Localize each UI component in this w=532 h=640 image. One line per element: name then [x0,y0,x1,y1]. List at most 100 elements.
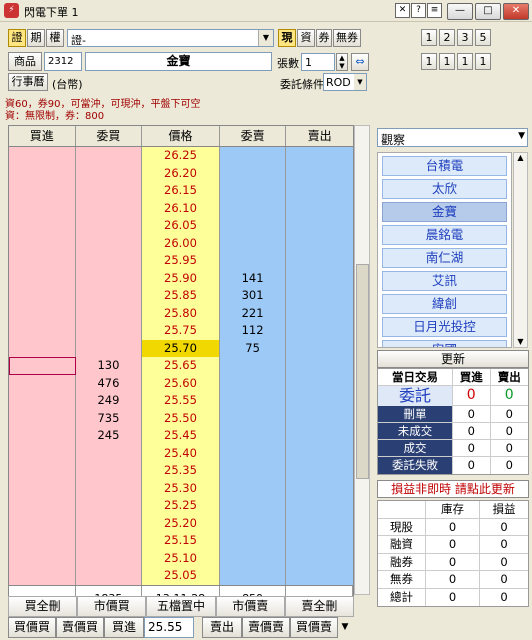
cancel-all-buy-button[interactable]: 買全刪 [8,596,78,617]
sell-cell[interactable] [286,147,353,165]
market-buy-button[interactable]: 市價買 [77,596,147,617]
price-cell[interactable]: 25.45 [142,427,220,445]
price-cell[interactable]: 26.15 [142,182,220,200]
buy-cell[interactable] [9,444,76,462]
qty-preset-button[interactable]: 1 [457,53,473,70]
cancel-all-sell-button[interactable]: 賣全刪 [284,596,355,617]
watch-scrollbar[interactable]: ▲ ▼ [513,152,528,348]
close-button[interactable]: ✕ [503,3,529,20]
scroll-down-icon[interactable]: ▼ [514,337,527,346]
price-cell[interactable]: 26.25 [142,147,220,165]
tab-futures[interactable]: 期 [27,29,45,47]
price-cell[interactable]: 25.10 [142,549,220,567]
watch-item[interactable]: 太欣 [382,179,507,199]
chevron-down-icon[interactable]: ▼ [258,30,273,46]
sell-cell[interactable] [286,164,353,182]
scroll-thumb[interactable] [356,264,369,479]
chevron-down-icon[interactable]: ▼ [338,617,352,638]
price-cell[interactable]: 25.80 [142,304,220,322]
sell-cell[interactable] [286,322,353,340]
market-sell-button[interactable]: 市價賣 [215,596,285,617]
price-cell[interactable]: 25.30 [142,479,220,497]
type-noshort-button[interactable]: 無券 [333,29,361,47]
sell-cell[interactable] [286,269,353,287]
tab-stock[interactable]: 證 [8,29,26,47]
price-cell[interactable]: 25.65 [142,357,220,375]
sell-cell[interactable] [286,462,353,480]
buy-cell[interactable] [9,567,76,585]
buy-button[interactable]: 買進 [104,617,144,638]
sell-cell[interactable] [286,234,353,252]
type-margin-button[interactable]: 資 [297,29,315,47]
swap-icon[interactable]: ⇔ [351,53,369,71]
sell-cell[interactable] [286,287,353,305]
center-button[interactable]: 五檔置中 [146,596,216,617]
price-cell[interactable]: 25.20 [142,514,220,532]
buy-cell[interactable] [9,252,76,270]
refresh-button[interactable]: 更新 [377,350,529,368]
watch-item[interactable]: 日月光投控 [382,317,507,337]
sell-cell[interactable] [286,409,353,427]
sell-cell[interactable] [286,182,353,200]
price-cell[interactable]: 25.85 [142,287,220,305]
type-short-button[interactable]: 券 [316,29,332,47]
price-cell[interactable]: 25.95 [142,252,220,270]
chevron-down-icon[interactable]: ▼ [354,74,366,90]
buy-cell[interactable] [9,199,76,217]
buy-cell[interactable] [9,462,76,480]
buy-cell[interactable] [9,497,76,515]
watch-item[interactable]: 南仁湖 [382,248,507,268]
sell-cell[interactable] [286,497,353,515]
buy-at-bid-button[interactable]: 買價買 [8,617,56,638]
minimize-button[interactable]: — [447,3,473,20]
calendar-button[interactable]: 行事曆 [8,73,48,91]
sell-button[interactable]: 賣出 [202,617,242,638]
product-button[interactable]: 商品 [8,52,42,71]
scroll-up-icon[interactable]: ▲ [514,153,527,162]
buy-cell[interactable] [9,322,76,340]
price-cell[interactable]: 26.05 [142,217,220,235]
condition-select[interactable]: ROD ▼ [323,73,367,91]
qty-preset-button[interactable]: 1 [475,53,491,70]
sell-cell[interactable] [286,374,353,392]
buy-cell[interactable] [9,147,76,165]
sell-cell[interactable] [286,392,353,410]
menu-icon[interactable]: ≡ [427,3,442,18]
price-cell[interactable]: 26.00 [142,234,220,252]
buy-cell[interactable] [9,409,76,427]
watch-item[interactable]: 安國 [382,340,507,347]
tab-options[interactable]: 權 [46,29,64,47]
sell-cell[interactable] [286,252,353,270]
tool-icon[interactable]: ✕ [395,3,410,18]
buy-cell[interactable] [9,514,76,532]
price-cell[interactable]: 26.20 [142,164,220,182]
buy-cell[interactable] [9,357,76,375]
type-cash-button[interactable]: 現 [278,29,296,47]
buy-at-ask-button[interactable]: 賣價買 [56,617,104,638]
buy-cell[interactable] [9,234,76,252]
price-cell[interactable]: 25.05 [142,567,220,585]
price-cell[interactable]: 25.55 [142,392,220,410]
qty-preset-button[interactable]: 3 [457,29,473,46]
buy-cell[interactable] [9,549,76,567]
price-cell[interactable]: 25.15 [142,532,220,550]
sell-at-ask-button[interactable]: 賣價賣 [242,617,290,638]
qty-preset-button[interactable]: 1 [439,53,455,70]
price-cell[interactable]: 25.40 [142,444,220,462]
price-cell[interactable]: 25.75 [142,322,220,340]
qty-preset-button[interactable]: 5 [475,29,491,46]
buy-cell[interactable] [9,269,76,287]
qty-preset-button[interactable]: 1 [421,53,437,70]
pnl-refresh-button[interactable]: 損益非即時 請點此更新 [377,480,529,498]
maximize-button[interactable]: □ [475,3,501,20]
price-input[interactable]: 25.55 [144,617,194,638]
price-cell[interactable]: 25.35 [142,462,220,480]
sell-cell[interactable] [286,357,353,375]
account-select[interactable]: 證- ▼ [67,29,274,47]
sell-cell[interactable] [286,444,353,462]
sell-cell[interactable] [286,199,353,217]
sell-cell[interactable] [286,427,353,445]
quote-scrollbar[interactable] [354,125,370,595]
sell-at-bid-button[interactable]: 買價賣 [290,617,338,638]
watch-item[interactable]: 台積電 [382,156,507,176]
